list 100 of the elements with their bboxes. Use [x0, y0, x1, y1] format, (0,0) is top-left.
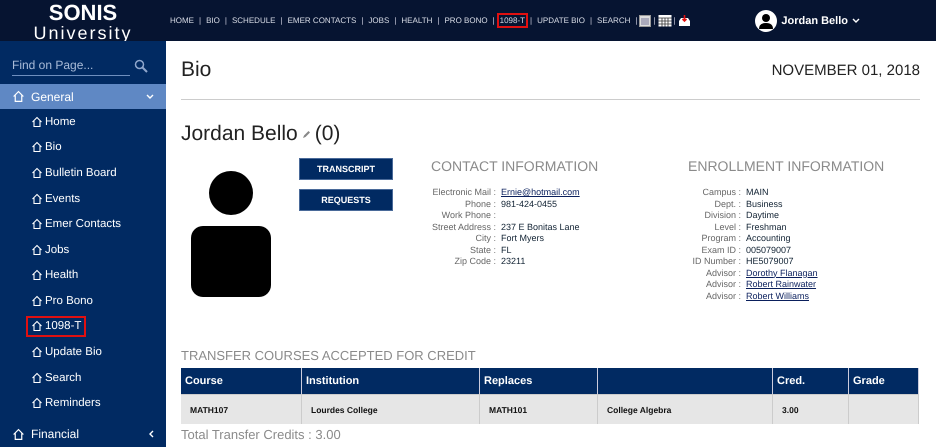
sidebar-item[interactable]: Bio [26, 136, 67, 158]
chevron-down-icon [146, 94, 154, 100]
nav-link[interactable]: 1098-T [496, 13, 528, 28]
column-header: Grade [849, 368, 919, 394]
field-label: Electronic Mail : [431, 187, 496, 197]
table-cell: 3.00 [773, 394, 849, 424]
field-label: Level : [713, 222, 741, 232]
nav-link[interactable]: UPDATE BIO [534, 13, 588, 28]
nav-link[interactable]: SCHEDULE [228, 13, 279, 28]
email-link[interactable]: Ernie@hotmail.com [501, 187, 688, 197]
sidebar-item[interactable]: Update Bio [26, 341, 107, 363]
nav-separator: | [590, 16, 592, 25]
nav-separator: | [437, 16, 440, 25]
home-icon [31, 141, 43, 154]
chevron-left-icon [148, 430, 154, 438]
page-title: Bio [181, 58, 212, 82]
group-label: General [31, 90, 75, 104]
calendar-icon[interactable] [658, 14, 672, 27]
pencil-icon[interactable] [302, 130, 311, 138]
advisor-link[interactable]: Robert Williams [746, 290, 918, 300]
home-icon [31, 166, 43, 179]
nav-link[interactable]: HOME [167, 13, 197, 28]
section-title: TRANSFER COURSES ACCEPTED FOR CREDIT [181, 348, 477, 363]
nav-separator: | [635, 16, 638, 25]
search-icon[interactable] [134, 58, 148, 72]
field-label: Work Phone : [440, 210, 496, 220]
logo-title: SONIS [48, 2, 118, 24]
home-icon [31, 397, 43, 410]
field-label: Campus : [701, 187, 741, 197]
advisor-link[interactable]: Dorothy Flanagan [746, 268, 918, 278]
field-label: Advisor : [704, 268, 741, 278]
field-label: State : [468, 244, 496, 254]
nav-link[interactable]: PRO BONO [441, 13, 491, 28]
column-header: Replaces [480, 368, 598, 394]
date-text: NOVEMBER 01, 2018 [772, 62, 920, 78]
field-value: 005079007 [746, 244, 792, 254]
sidebar-item[interactable]: Emer Contacts [26, 213, 126, 235]
nav-link[interactable]: EMER CONTACTS [284, 13, 360, 28]
nav-separator: | [492, 16, 495, 25]
field-value: MAIN [746, 187, 770, 197]
sidebar-group[interactable]: Financial [0, 422, 166, 447]
table-cell: College Algebra [598, 394, 773, 424]
nav-separator: | [280, 16, 283, 25]
table-cell: MATH101 [480, 394, 598, 424]
home-icon [31, 116, 43, 128]
user-name[interactable]: Jordan Bello [781, 14, 848, 26]
field-value: Accounting [746, 233, 792, 243]
home-icon [31, 192, 43, 205]
student-name: Jordan Bello [181, 122, 298, 146]
field-label: ID Number : [691, 256, 741, 266]
count-text: (0) [314, 122, 340, 146]
inbox-icon[interactable] [678, 14, 691, 26]
sidebar-group[interactable]: General [0, 84, 166, 109]
home-icon [31, 294, 43, 307]
table-cell: MATH107 [181, 394, 302, 424]
field-value: Freshman [746, 222, 788, 232]
chevron-down-icon[interactable] [852, 18, 860, 24]
group-label: Financial [31, 427, 80, 442]
table-cell [849, 394, 919, 424]
sidebar-item[interactable]: 1098-T [26, 316, 86, 338]
field-label: Division : [703, 210, 741, 220]
home-icon [31, 269, 43, 282]
table-cell: Lourdes College [302, 394, 480, 424]
field-label: Program : [700, 233, 741, 243]
sidebar-item[interactable]: Bulletin Board [26, 162, 122, 184]
sidebar-item[interactable]: Jobs [26, 238, 74, 260]
sidebar-item[interactable]: Events [26, 188, 86, 210]
section-title: ENROLLMENT INFORMATION [688, 158, 886, 174]
person-silhouette-icon [189, 171, 273, 297]
field-value: 981-424-0455 [501, 198, 558, 208]
sidebar-item[interactable]: Health [26, 264, 84, 286]
nav-link[interactable]: BIO [203, 13, 223, 28]
nav-separator: | [394, 16, 396, 25]
nav-separator: | [224, 16, 227, 25]
action-button[interactable]: TRANSCRIPT [299, 158, 393, 180]
nav-link[interactable]: HEALTH [398, 13, 436, 28]
nav-link[interactable]: JOBS [365, 13, 392, 28]
user-avatar-icon[interactable] [755, 10, 778, 32]
calendar-page-icon[interactable] [639, 14, 652, 26]
field-label: City : [474, 233, 496, 243]
field-label: Dept. : [713, 198, 741, 208]
field-value: 23211 [501, 256, 526, 266]
field-value: Fort Myers [501, 233, 546, 243]
field-label: Zip Code : [453, 256, 496, 266]
home-icon [12, 428, 25, 441]
field-label: Street Address : [431, 222, 496, 232]
field-value: FL [501, 244, 513, 254]
field-label: Advisor : [704, 290, 741, 300]
sidebar-item[interactable]: Search [26, 366, 86, 388]
advisor-link[interactable]: Robert Rainwater [746, 279, 918, 289]
sidebar-item[interactable]: Reminders [26, 392, 106, 414]
sidebar-item[interactable]: Home [26, 111, 81, 133]
action-button[interactable]: REQUESTS [299, 189, 393, 211]
field-label: Advisor : [704, 279, 741, 289]
field-label: Exam ID : [700, 244, 741, 254]
nav-link[interactable]: SEARCH [594, 13, 634, 28]
find-on-page-field[interactable]: Find on Page... [12, 55, 130, 76]
sidebar-item[interactable]: Pro Bono [26, 290, 98, 312]
column-header: Cred. [773, 368, 849, 394]
nav-separator: | [199, 16, 202, 25]
